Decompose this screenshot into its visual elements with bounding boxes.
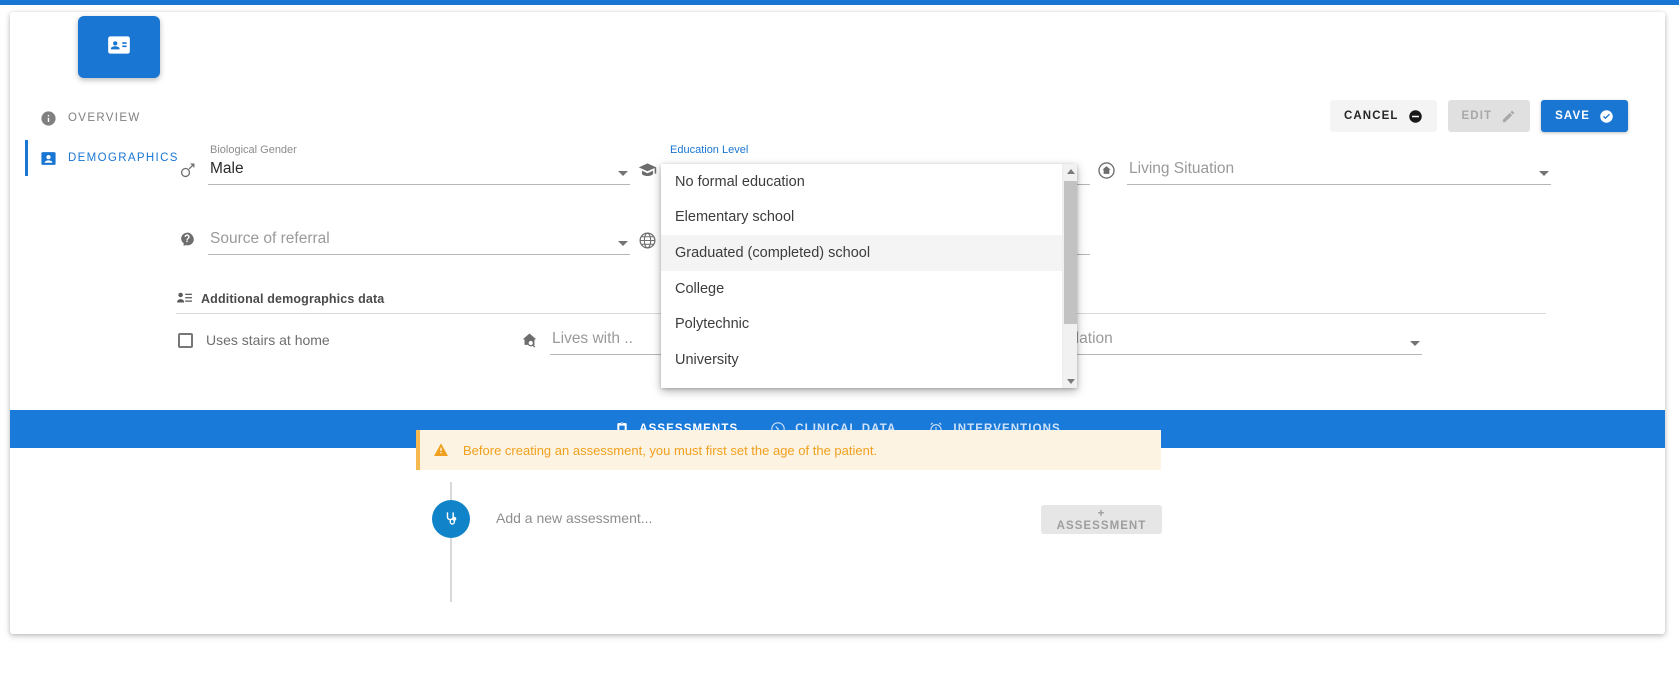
dropdown-option[interactable]: University [661,342,1062,378]
biological-gender-label: Biological Gender [210,144,297,156]
dropdown-option[interactable]: No formal education [661,164,1062,200]
sidebar-item-label: OVERVIEW [68,112,141,124]
cancel-label: CANCEL [1344,110,1399,122]
field-biological-gender: Biological Gender Male [178,144,630,185]
referral-head-icon [178,231,198,251]
info-icon [40,110,57,127]
dropdown-option[interactable]: Elementary school [661,200,1062,236]
source-of-referral-placeholder[interactable]: Source of referral [208,230,630,255]
add-assessment-button[interactable]: + ASSESSMENT [1041,505,1162,534]
scroll-down-arrow-icon[interactable] [1063,374,1078,388]
uses-stairs-label: Uses stairs at home [206,332,330,348]
check-circle-icon [1599,109,1614,124]
person-icon [40,150,57,167]
minus-circle-icon [1408,109,1423,124]
edit-button[interactable]: EDIT [1447,100,1531,132]
accommodation-placeholder[interactable]: modation [1047,330,1422,355]
dropdown-option[interactable]: Graduated (completed) school [661,235,1062,271]
living-situation-placeholder[interactable]: Living Situation [1127,160,1551,185]
warning-banner: Before creating an assessment, you must … [416,430,1161,470]
chevron-down-icon[interactable] [1539,171,1549,176]
biological-gender-value[interactable]: Male [208,160,630,185]
save-label: SAVE [1555,110,1590,122]
home-icon [1097,161,1117,181]
chevron-down-icon[interactable] [618,171,628,176]
chevron-down-icon[interactable] [1410,341,1420,346]
field-source-of-referral: Source of referral [178,230,630,255]
education-level-dropdown[interactable]: No formal education Elementary school Gr… [661,164,1077,388]
sidebar-item-overview[interactable]: OVERVIEW [10,98,186,138]
sidebar-item-label: DEMOGRAPHICS [68,152,179,164]
avatar [432,500,470,538]
graduation-cap-icon [638,161,658,181]
action-buttons: CANCEL EDIT SAVE [1330,100,1628,132]
app-root: OVERVIEW DEMOGRAPHICS CANCEL EDIT SAVE B… [0,0,1679,675]
dropdown-scrollbar[interactable] [1062,164,1077,388]
scrollbar-thumb[interactable] [1064,181,1077,324]
sidebar-item-demographics[interactable]: DEMOGRAPHICS [10,138,186,178]
add-assessment-placeholder[interactable]: Add a new assessment... [496,510,652,526]
additional-demographics-label: Additional demographics data [201,291,385,306]
field-living-situation: Living Situation [1097,160,1551,185]
patient-record-card: OVERVIEW DEMOGRAPHICS CANCEL EDIT SAVE B… [10,12,1665,634]
contact-card-icon [106,32,132,63]
cancel-button[interactable]: CANCEL [1330,100,1437,132]
dropdown-option[interactable]: Polytechnic [661,306,1062,342]
globe-icon [638,231,658,251]
stethoscope-icon [442,510,461,529]
person-list-icon [176,290,193,307]
edit-label: EDIT [1461,110,1493,122]
uses-stairs-checkbox[interactable] [178,332,193,348]
education-level-label: Education Level [670,144,749,156]
add-assessment-row: Add a new assessment... + ASSESSMENT [432,482,1162,602]
pencil-icon [1501,109,1516,124]
uses-stairs-checkbox-row[interactable]: Uses stairs at home [178,332,330,348]
male-gender-icon [178,161,198,181]
chevron-down-icon[interactable] [618,241,628,246]
save-button[interactable]: SAVE [1541,100,1628,132]
warning-triangle-icon [433,442,449,458]
scroll-up-arrow-icon[interactable] [1063,164,1078,178]
dropdown-option-list: No formal education Elementary school Gr… [661,164,1062,388]
module-badge[interactable] [78,16,160,78]
top-accent-strip [0,0,1679,5]
sidebar: OVERVIEW DEMOGRAPHICS [10,98,186,178]
warning-text: Before creating an assessment, you must … [463,442,878,458]
field-accommodation: modation [1047,330,1422,355]
dropdown-option[interactable]: College [661,271,1062,307]
home-search-icon [520,331,540,351]
